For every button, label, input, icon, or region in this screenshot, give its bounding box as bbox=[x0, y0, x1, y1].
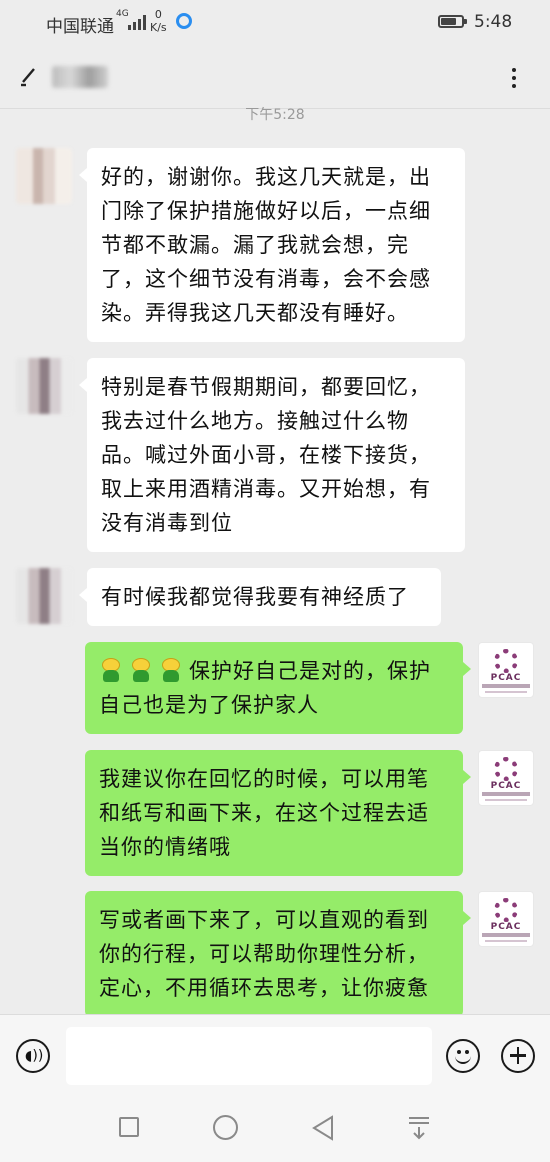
home-icon[interactable] bbox=[213, 1115, 238, 1140]
contact-avatar[interactable] bbox=[16, 148, 72, 204]
system-nav-bar bbox=[0, 1094, 550, 1162]
incoming-message[interactable]: 有时候我都觉得我要有神经质了 bbox=[79, 568, 441, 626]
chat-input-bar: ◖)) bbox=[0, 1014, 550, 1095]
chat-timestamp: 下午5:28 bbox=[245, 107, 305, 123]
outgoing-message[interactable]: 写或者画下来了，可以直观的看到你的行程，可以帮助你理性分析，定心，不用循环去思考… bbox=[85, 891, 471, 1017]
carrier-name: 中国联通 bbox=[46, 17, 114, 37]
contact-avatar[interactable] bbox=[16, 568, 72, 624]
notification-pull-icon[interactable] bbox=[406, 1114, 432, 1142]
status-bar: 中国联通 4G 0 K/s 5:48 bbox=[0, 0, 550, 46]
incoming-message[interactable]: 好的，谢谢你。我这几天就是，出门除了保护措施做好以后，一点细节都不敢漏。漏了我就… bbox=[79, 148, 465, 342]
recent-apps-icon[interactable] bbox=[119, 1117, 139, 1137]
nav-back-icon[interactable] bbox=[310, 1114, 336, 1142]
pcac-logo-icon bbox=[494, 898, 518, 922]
status-time: 5:48 bbox=[474, 12, 513, 32]
signal-icon bbox=[128, 14, 146, 30]
pcac-logo-icon bbox=[494, 757, 518, 781]
outgoing-message[interactable]: 保护好自己是对的，保护自己也是为了保护家人 bbox=[85, 642, 471, 734]
more-dots-icon[interactable] bbox=[504, 68, 524, 88]
agent-avatar-label: PCAC bbox=[490, 781, 522, 791]
outgoing-message[interactable]: 我建议你在回忆的时候，可以用笔和纸写和画下来，在这个过程去适当你的情绪哦 bbox=[85, 750, 471, 876]
pcac-logo-icon bbox=[494, 649, 518, 673]
voice-icon[interactable]: ◖)) bbox=[16, 1039, 50, 1073]
contact-name-blurred bbox=[52, 66, 108, 88]
agent-avatar[interactable]: PCAC bbox=[478, 891, 534, 947]
battery-icon bbox=[438, 15, 467, 28]
contact-avatar[interactable] bbox=[16, 358, 72, 414]
plus-icon[interactable] bbox=[501, 1039, 535, 1073]
network-speed: 0 K/s bbox=[150, 8, 167, 34]
smiley-emoji-icon bbox=[159, 658, 183, 682]
app-notification-icon bbox=[176, 13, 192, 29]
chat-header bbox=[0, 46, 550, 108]
speed-value: 0 bbox=[154, 8, 162, 21]
agent-avatar[interactable]: PCAC bbox=[478, 750, 534, 806]
incoming-message[interactable]: 特别是春节假期期间，都要回忆，我去过什么地方。接触过什么物品。喊过外面小哥，在楼… bbox=[79, 358, 465, 552]
emoji-icon[interactable] bbox=[446, 1039, 480, 1073]
message-input[interactable] bbox=[66, 1027, 432, 1085]
smiley-emoji-icon bbox=[99, 658, 123, 682]
network-type: 4G bbox=[116, 9, 129, 19]
battery-level bbox=[441, 18, 456, 25]
agent-avatar-label: PCAC bbox=[490, 922, 522, 932]
smiley-emoji-icon bbox=[129, 658, 153, 682]
agent-avatar-label: PCAC bbox=[490, 673, 522, 683]
speed-unit: K/s bbox=[150, 21, 167, 34]
agent-avatar[interactable]: PCAC bbox=[478, 642, 534, 698]
back-arrow-icon[interactable] bbox=[16, 66, 38, 88]
